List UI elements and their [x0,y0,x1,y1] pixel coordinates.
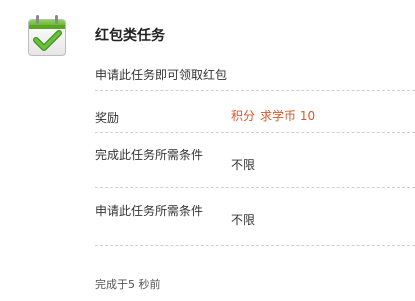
apply-condition-label: 申请此任务所需条件 [95,204,204,218]
divider [95,245,415,246]
calendar-check-icon [24,12,70,58]
completion-condition-label: 完成此任务所需条件 [95,148,204,162]
completion-time: 完成于5 秒前 [95,278,161,291]
task-description: 申请此任务即可领取红包 [95,68,228,82]
divider [95,132,415,133]
reward-coin-value: 求学币 10 [260,109,316,123]
task-detail-panel: 红包类任务 申请此任务即可领取红包 奖励 积分 求学币 10 完成此任务所需条件 … [0,0,415,301]
apply-condition-value: 不限 [231,213,256,227]
divider [95,187,415,188]
reward-points-label: 积分 [231,109,256,123]
completion-condition-value: 不限 [231,158,256,172]
divider [95,90,415,91]
reward-value: 积分 求学币 10 [231,107,315,124]
task-title: 红包类任务 [95,28,165,44]
reward-label: 奖励 [95,111,120,125]
